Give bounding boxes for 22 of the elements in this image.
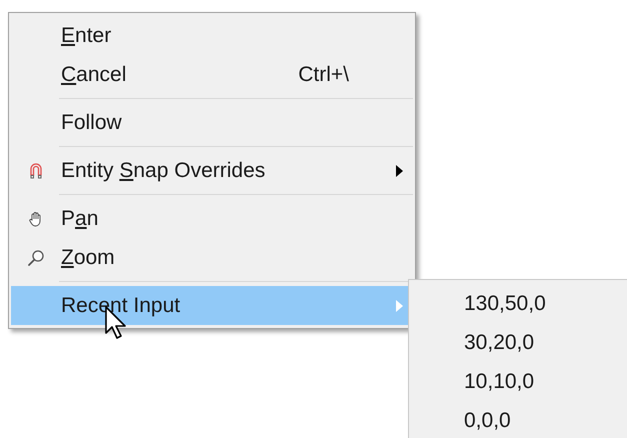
submenu-arrow-icon [396,164,403,176]
menu-item-label: Zoom [61,244,115,271]
menu-item-label: Cancel [61,62,126,88]
submenu-item[interactable]: 130,50,0 [464,288,546,320]
menu-item[interactable]: Follow [11,103,413,142]
menu-item-label: Enter [61,22,112,49]
menu-item[interactable]: Pan [11,199,413,238]
search-icon [27,248,45,266]
submenu-arrow-icon [396,300,403,312]
menu-item[interactable]: Enter [11,16,413,55]
menu-item-label: Follow [61,110,122,136]
submenu-item[interactable]: 10,10,0 [464,366,534,398]
submenu-item[interactable]: 0,0,0 [464,404,511,436]
submenu-item[interactable]: 30,20,0 [464,326,534,358]
shortcut-label: Ctrl+\ [298,62,349,88]
menu-item[interactable]: Zoom [11,238,413,277]
menu-item-label: Entity Snap Overrides [61,158,266,184]
magnet-icon [29,162,43,178]
menu-item[interactable]: Cancel Ctrl+\ [11,55,413,94]
menu-item-label: Pan [61,206,98,232]
menu-item[interactable]: Entity Snap Overrides [11,151,413,190]
menu-item-label: Recent Input [61,292,180,319]
